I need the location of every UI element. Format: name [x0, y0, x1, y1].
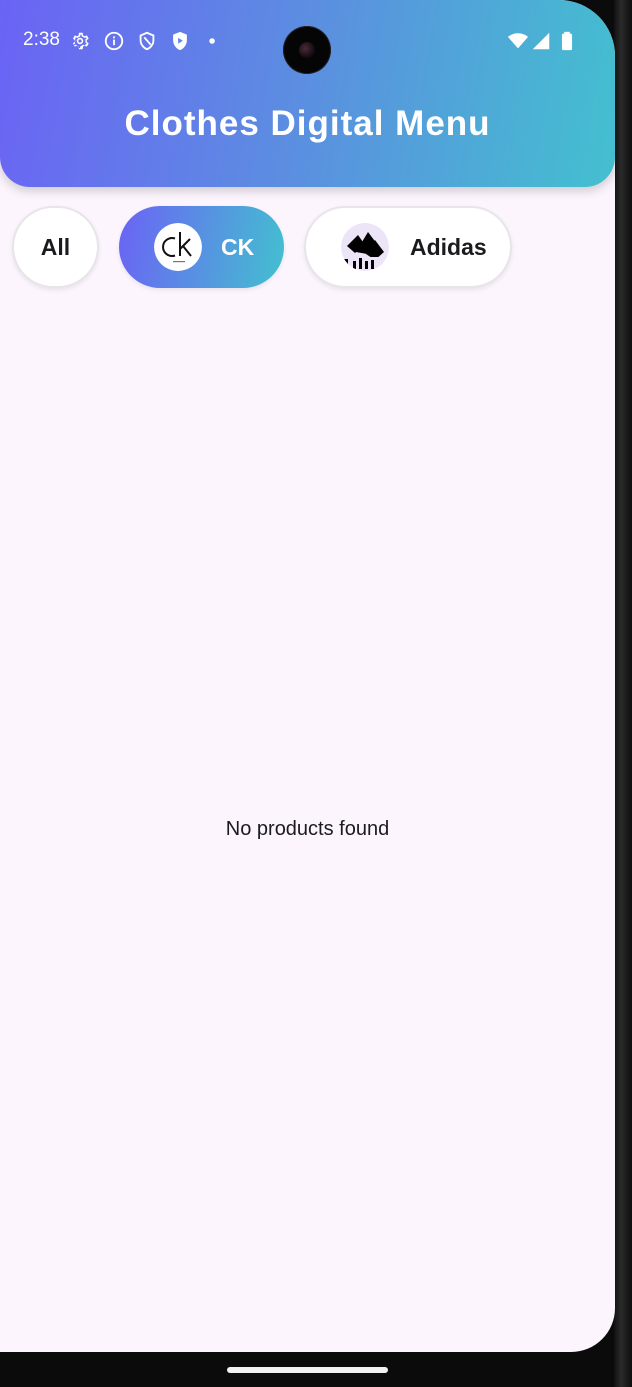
- device-bezel: [614, 0, 632, 1387]
- wifi-icon: [507, 30, 529, 52]
- gear-icon: [69, 30, 91, 52]
- signal-icon: [530, 30, 552, 52]
- shield-icon: [136, 30, 158, 52]
- ck-logo-icon: [154, 223, 202, 271]
- device-frame: 2:38 Clothes Digital Menu All CK Adidas …: [0, 0, 632, 1387]
- dot-icon: [202, 30, 224, 52]
- filter-chip-ck[interactable]: CK: [119, 206, 284, 288]
- front-camera: [283, 26, 331, 74]
- page-title: Clothes Digital Menu: [124, 104, 491, 143]
- status-time: 2:38: [23, 29, 60, 50]
- battery-icon: [556, 30, 578, 52]
- filter-chip-label: Adidas: [410, 233, 487, 260]
- filter-chip-adidas[interactable]: Adidas: [304, 206, 512, 288]
- empty-state-message: No products found: [225, 818, 390, 840]
- filter-chip-all[interactable]: All: [12, 206, 99, 288]
- home-indicator[interactable]: [227, 1367, 388, 1373]
- app-screen: 2:38 Clothes Digital Menu All CK Adidas …: [0, 0, 615, 1352]
- filter-chip-label: All: [40, 233, 71, 260]
- play-shield-icon: [169, 30, 191, 52]
- filter-chip-label: CK: [221, 233, 255, 260]
- adidas-logo-icon: [341, 223, 389, 271]
- info-icon: [103, 30, 125, 52]
